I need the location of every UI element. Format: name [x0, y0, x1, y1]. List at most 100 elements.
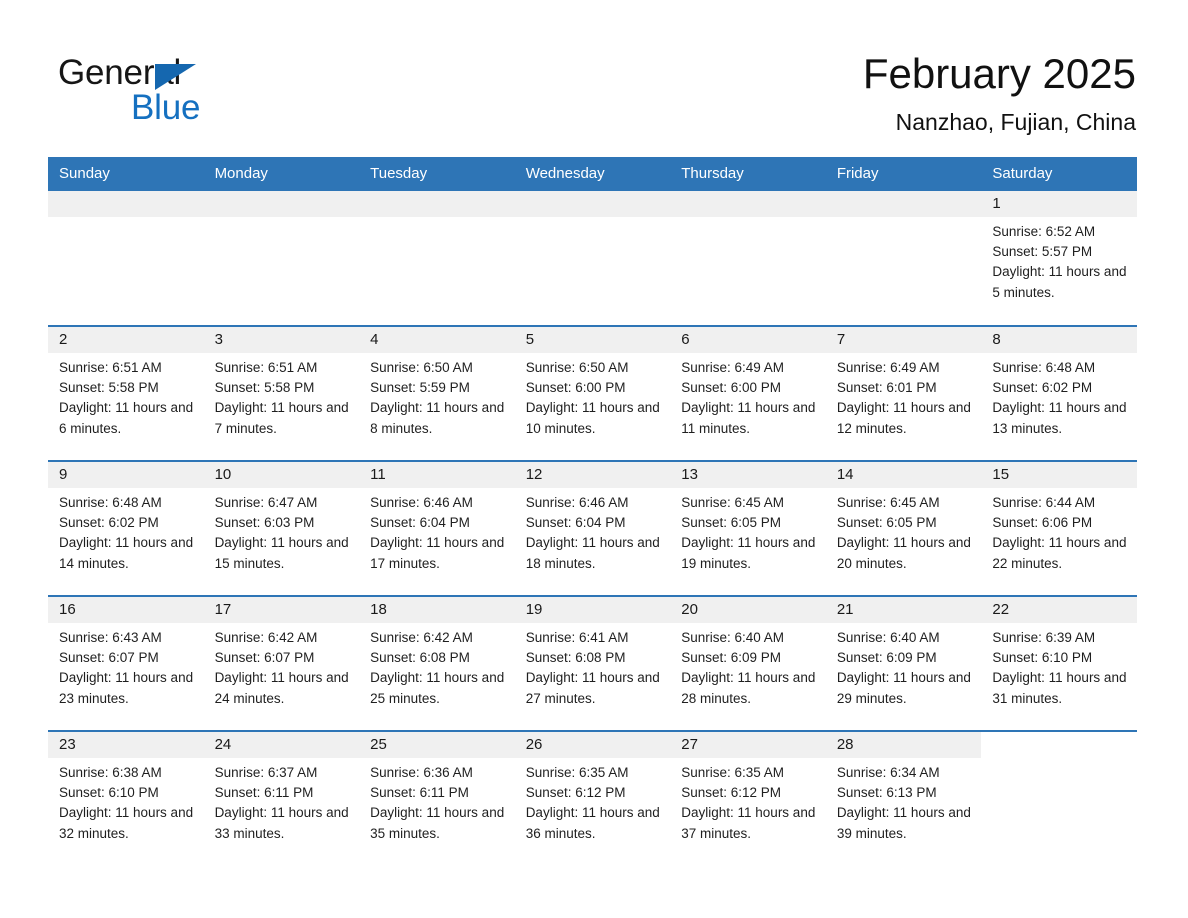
calendar-day-cell[interactable]: 15 Sunrise: 6:44 AM Sunset: 6:06 PM Dayligh…: [981, 460, 1137, 596]
calendar-day-cell[interactable]: 17 Sunrise: 6:42 AM Sunset: 6:07 PM Dayligh…: [203, 595, 360, 731]
day-cell-inner: 14 Sunrise: 6:45 AM Sunset: 6:05 PM Dayligh…: [825, 462, 982, 595]
daylight-text: Daylight: 11 hours and 31 minutes.: [992, 670, 1127, 706]
day-number: 4: [359, 327, 515, 353]
calendar-day-cell[interactable]: 25 Sunrise: 6:36 AM Sunset: 6:11 PM Dayligh…: [359, 730, 515, 866]
calendar-empty-cell: [203, 191, 360, 326]
calendar-day-cell[interactable]: 26 Sunrise: 6:35 AM Sunset: 6:12 PM Dayligh…: [514, 730, 671, 866]
day-number: 5: [514, 327, 671, 353]
day-details: Sunrise: 6:37 AM Sunset: 6:11 PM Daylight:…: [204, 758, 360, 844]
day-number: 3: [203, 327, 360, 353]
calendar-day-cell[interactable]: 12 Sunrise: 6:46 AM Sunset: 6:04 PM Dayligh…: [514, 460, 671, 596]
calendar-day-cell[interactable]: 27 Sunrise: 6:35 AM Sunset: 6:12 PM Dayligh…: [670, 730, 826, 866]
calendar-week-row: 23 Sunrise: 6:38 AM Sunset: 6:10 PM Dayligh…: [48, 730, 1137, 866]
calendar-day-cell[interactable]: 28 Sunrise: 6:34 AM Sunset: 6:13 PM Dayligh…: [825, 730, 982, 866]
sunrise-text: Sunrise: 6:47 AM: [214, 495, 318, 510]
calendar-day-cell[interactable]: 2 Sunrise: 6:51 AM Sunset: 5:58 PM Daylight…: [48, 325, 204, 461]
day-cell-inner: 28 Sunrise: 6:34 AM Sunset: 6:13 PM Dayligh…: [825, 732, 982, 865]
day-details: Sunrise: 6:49 AM Sunset: 6:01 PM Daylight:…: [826, 353, 982, 439]
day-details: Sunrise: 6:35 AM Sunset: 6:12 PM Daylight:…: [515, 758, 671, 844]
day-cell-inner: 4 Sunrise: 6:50 AM Sunset: 5:59 PM Daylight…: [359, 327, 515, 460]
daylight-text: Daylight: 11 hours and 23 minutes.: [59, 670, 194, 706]
day-number: 21: [825, 597, 982, 623]
day-number: 27: [670, 732, 826, 758]
day-details: Sunrise: 6:52 AM Sunset: 5:57 PM Daylight:…: [981, 217, 1137, 303]
day-cell-inner: 23 Sunrise: 6:38 AM Sunset: 6:10 PM Dayligh…: [48, 732, 204, 865]
day-cell-inner: 19 Sunrise: 6:41 AM Sunset: 6:08 PM Dayligh…: [514, 597, 671, 730]
sunset-text: Sunset: 6:11 PM: [214, 785, 314, 801]
daylight-text: Daylight: 11 hours and 18 minutes.: [525, 535, 660, 571]
weekday-header-monday: Monday: [203, 157, 360, 191]
calendar-week-row: 9 Sunrise: 6:48 AM Sunset: 6:02 PM Daylight…: [48, 460, 1137, 596]
page-subtitle: Nanzhao, Fujian, China: [895, 109, 1136, 135]
day-cell-inner: 9 Sunrise: 6:48 AM Sunset: 6:02 PM Daylight…: [48, 462, 204, 595]
sunset-text: Sunset: 6:04 PM: [525, 515, 626, 531]
day-details: Sunrise: 6:47 AM Sunset: 6:03 PM Daylight:…: [204, 488, 360, 574]
calendar-empty-cell: [514, 191, 671, 326]
calendar-day-cell[interactable]: 6 Sunrise: 6:49 AM Sunset: 6:00 PM Daylight…: [670, 325, 826, 461]
calendar-day-cell[interactable]: 24 Sunrise: 6:37 AM Sunset: 6:11 PM Dayligh…: [203, 730, 360, 866]
calendar-day-cell[interactable]: 8 Sunrise: 6:48 AM Sunset: 6:02 PM Daylight…: [981, 325, 1137, 461]
calendar-page: General Blue February 2025 Nanzhao, Fuji…: [0, 0, 1188, 918]
day-cell-inner: 2 Sunrise: 6:51 AM Sunset: 5:58 PM Daylight…: [48, 327, 204, 460]
calendar-day-cell[interactable]: 19 Sunrise: 6:41 AM Sunset: 6:08 PM Dayligh…: [514, 595, 671, 731]
daylight-text: Daylight: 11 hours and 5 minutes.: [992, 264, 1127, 300]
day-details: Sunrise: 6:40 AM Sunset: 6:09 PM Daylight:…: [670, 623, 826, 709]
calendar-day-cell[interactable]: 5 Sunrise: 6:50 AM Sunset: 6:00 PM Daylight…: [514, 325, 671, 461]
calendar-week-row: 1 Sunrise: 6:52 AM Sunset: 5:57 PM Daylight…: [48, 191, 1137, 326]
day-cell-inner: 11 Sunrise: 6:46 AM Sunset: 6:04 PM Dayligh…: [359, 462, 515, 595]
calendar-day-cell[interactable]: 23 Sunrise: 6:38 AM Sunset: 6:10 PM Dayligh…: [48, 730, 204, 866]
day-details: Sunrise: 6:48 AM Sunset: 6:02 PM Daylight:…: [48, 488, 204, 574]
calendar-empty-cell: [670, 191, 826, 326]
weekday-header-wednesday: Wednesday: [514, 157, 671, 191]
sunrise-text: Sunrise: 6:51 AM: [214, 360, 318, 375]
sunset-text: Sunset: 6:13 PM: [836, 785, 937, 801]
sunrise-text: Sunrise: 6:46 AM: [370, 495, 473, 510]
sunrise-text: Sunrise: 6:50 AM: [370, 360, 473, 375]
calendar-day-cell[interactable]: 20 Sunrise: 6:40 AM Sunset: 6:09 PM Dayligh…: [670, 595, 826, 731]
calendar-day-cell[interactable]: 16 Sunrise: 6:43 AM Sunset: 6:07 PM Dayligh…: [48, 595, 204, 731]
sunset-text: Sunset: 6:09 PM: [836, 650, 937, 666]
sunrise-text: Sunrise: 6:50 AM: [525, 360, 629, 375]
sunrise-text: Sunrise: 6:36 AM: [370, 765, 473, 780]
sunset-text: Sunset: 5:57 PM: [992, 244, 1093, 260]
calendar-day-cell[interactable]: 21 Sunrise: 6:40 AM Sunset: 6:09 PM Dayligh…: [825, 595, 982, 731]
calendar-day-cell[interactable]: 11 Sunrise: 6:46 AM Sunset: 6:04 PM Dayligh…: [359, 460, 515, 596]
sunset-text: Sunset: 6:02 PM: [59, 515, 159, 531]
calendar-day-cell[interactable]: 22 Sunrise: 6:39 AM Sunset: 6:10 PM Dayligh…: [981, 595, 1137, 731]
sunset-text: Sunset: 6:01 PM: [836, 380, 937, 396]
day-number: 16: [48, 597, 204, 623]
sunrise-text: Sunrise: 6:35 AM: [525, 765, 629, 780]
daylight-text: Daylight: 11 hours and 13 minutes.: [992, 400, 1127, 436]
day-cell-inner: 3 Sunrise: 6:51 AM Sunset: 5:58 PM Daylight…: [203, 327, 360, 460]
sunset-text: Sunset: 6:09 PM: [681, 650, 782, 666]
day-number: 18: [359, 597, 515, 623]
calendar-grid: Sunday Monday Tuesday Wednesday Thursday…: [48, 157, 1137, 866]
daylight-text: Daylight: 11 hours and 22 minutes.: [992, 535, 1127, 571]
day-cell-inner: 22 Sunrise: 6:39 AM Sunset: 6:10 PM Dayligh…: [981, 597, 1137, 730]
day-number: 24: [203, 732, 360, 758]
daylight-text: Daylight: 11 hours and 24 minutes.: [214, 670, 349, 706]
day-number: [514, 191, 671, 217]
calendar-empty-cell: [359, 191, 515, 326]
calendar-day-cell[interactable]: 14 Sunrise: 6:45 AM Sunset: 6:05 PM Dayligh…: [825, 460, 982, 596]
calendar-day-cell[interactable]: 3 Sunrise: 6:51 AM Sunset: 5:58 PM Daylight…: [203, 325, 360, 461]
calendar-day-cell[interactable]: 4 Sunrise: 6:50 AM Sunset: 5:59 PM Daylight…: [359, 325, 515, 461]
day-number: 28: [825, 732, 982, 758]
calendar-day-cell[interactable]: 18 Sunrise: 6:42 AM Sunset: 6:08 PM Dayligh…: [359, 595, 515, 731]
day-cell-inner: [981, 732, 1137, 865]
day-number: 1: [981, 191, 1137, 217]
day-details: Sunrise: 6:48 AM Sunset: 6:02 PM Daylight:…: [981, 353, 1137, 439]
daylight-text: Daylight: 11 hours and 6 minutes.: [59, 400, 194, 436]
calendar-day-cell[interactable]: 10 Sunrise: 6:47 AM Sunset: 6:03 PM Dayligh…: [203, 460, 360, 596]
calendar-day-cell[interactable]: 13 Sunrise: 6:45 AM Sunset: 6:05 PM Dayligh…: [670, 460, 826, 596]
day-cell-inner: 5 Sunrise: 6:50 AM Sunset: 6:00 PM Daylight…: [514, 327, 671, 460]
day-cell-inner: 12 Sunrise: 6:46 AM Sunset: 6:04 PM Dayligh…: [514, 462, 671, 595]
day-number: 2: [48, 327, 204, 353]
sunrise-text: Sunrise: 6:48 AM: [992, 360, 1096, 375]
day-number: 6: [670, 327, 826, 353]
daylight-text: Daylight: 11 hours and 35 minutes.: [370, 805, 505, 841]
calendar-day-cell[interactable]: 9 Sunrise: 6:48 AM Sunset: 6:02 PM Daylight…: [48, 460, 204, 596]
day-number: [203, 191, 360, 217]
calendar-day-cell[interactable]: 7 Sunrise: 6:49 AM Sunset: 6:01 PM Daylight…: [825, 325, 982, 461]
calendar-day-cell[interactable]: 1 Sunrise: 6:52 AM Sunset: 5:57 PM Daylight…: [981, 191, 1137, 326]
